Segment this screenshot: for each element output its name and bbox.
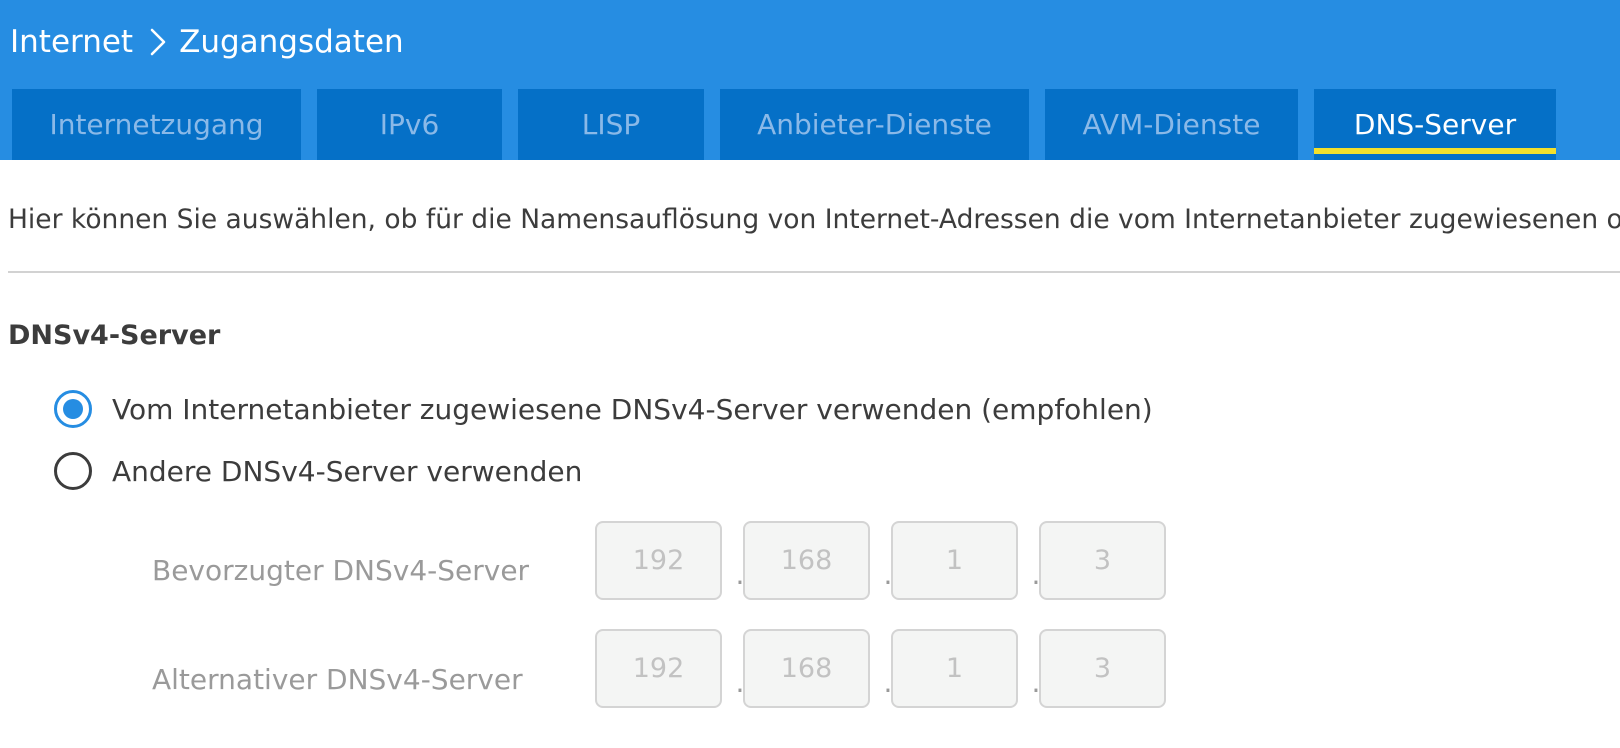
tab-label: AVM-Dienste	[1082, 108, 1261, 141]
preferred-dns-octet-4[interactable]	[1039, 521, 1166, 600]
tab-anbieter-dienste[interactable]: Anbieter-Dienste	[720, 89, 1029, 160]
preferred-dns-label: Bevorzugter DNSv4-Server	[152, 554, 530, 587]
chevron-right-icon	[143, 27, 173, 57]
tab-avm-dienste[interactable]: AVM-Dienste	[1045, 89, 1298, 160]
alternative-dns-octet-3[interactable]	[891, 629, 1018, 708]
section-title-dnsv4: DNSv4-Server	[8, 320, 221, 351]
breadcrumb-current: Zugangsdaten	[179, 24, 404, 60]
preferred-dns-octet-2[interactable]	[743, 521, 870, 600]
radio-option-provider-dns[interactable]: Vom Internetanbieter zugewiesene DNSv4-S…	[54, 387, 1153, 431]
alternative-dns-octet-1[interactable]	[595, 629, 722, 708]
preferred-dns-octet-1[interactable]	[595, 521, 722, 600]
alternative-dns-octet-2[interactable]	[743, 629, 870, 708]
alternative-dns-label: Alternativer DNSv4-Server	[152, 663, 523, 696]
breadcrumb-parent[interactable]: Internet	[10, 24, 133, 60]
tab-ipv6[interactable]: IPv6	[317, 89, 502, 160]
header-bar: Internet Zugangsdaten Internetzugang IPv…	[0, 0, 1620, 160]
radio-checked[interactable]	[54, 390, 92, 428]
tab-dns-server[interactable]: DNS-Server	[1314, 89, 1556, 160]
radio-unchecked[interactable]	[54, 452, 92, 490]
tab-label: Anbieter-Dienste	[757, 108, 992, 141]
radio-label: Vom Internetanbieter zugewiesene DNSv4-S…	[112, 392, 1153, 426]
tab-label: IPv6	[379, 108, 440, 141]
tab-label: DNS-Server	[1353, 108, 1517, 141]
radio-label: Andere DNSv4-Server verwenden	[112, 454, 583, 488]
tab-label: LISP	[581, 108, 641, 141]
tab-lisp[interactable]: LISP	[518, 89, 704, 160]
tab-label: Internetzugang	[49, 108, 264, 141]
radio-option-other-dns[interactable]: Andere DNSv4-Server verwenden	[54, 449, 582, 493]
breadcrumb: Internet Zugangsdaten	[10, 18, 404, 66]
alternative-dns-octet-4[interactable]	[1039, 629, 1166, 708]
tab-internetzugang[interactable]: Internetzugang	[12, 89, 301, 160]
divider	[8, 271, 1620, 273]
active-tab-indicator	[1314, 148, 1556, 154]
intro-text: Hier können Sie auswählen, ob für die Na…	[8, 204, 1620, 235]
preferred-dns-octet-3[interactable]	[891, 521, 1018, 600]
